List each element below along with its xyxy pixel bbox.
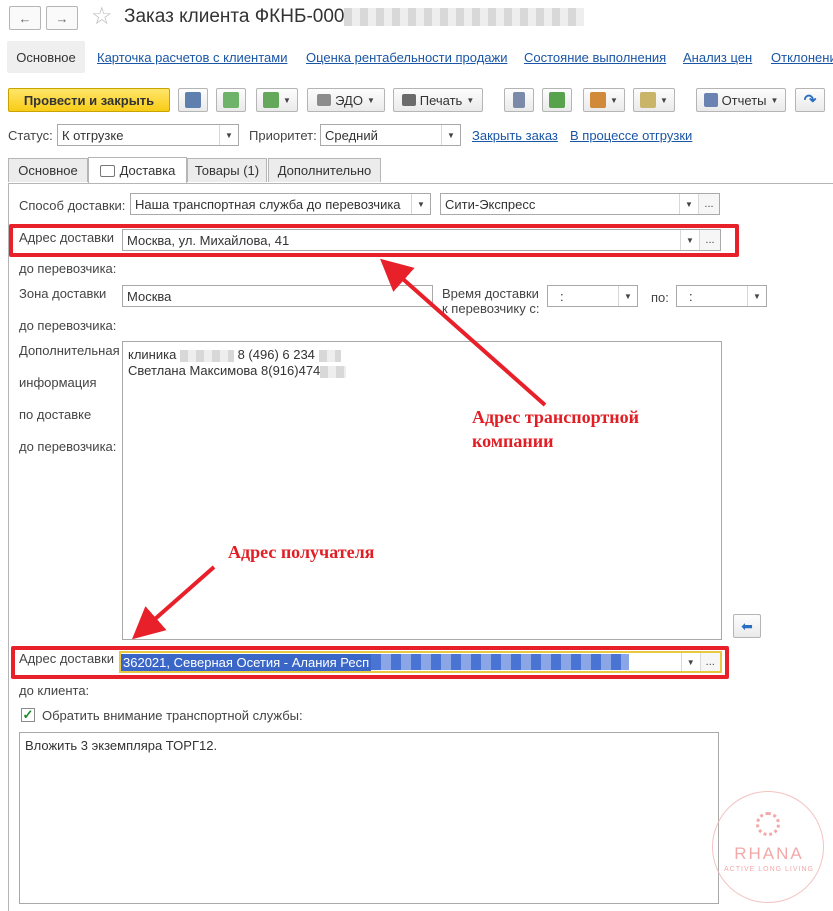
annotation-carrier-address-2: компании bbox=[472, 431, 554, 451]
annotation-carrier-address: Адрес транспортной bbox=[472, 407, 639, 427]
rhana-logo-icon bbox=[756, 812, 780, 836]
rhana-brand: RHANA bbox=[734, 844, 804, 863]
annotation-recipient-address: Адрес получателя bbox=[228, 542, 375, 562]
rhana-watermark: RHANA ACTIVE LONG LIVING bbox=[712, 791, 824, 903]
rhana-tagline: ACTIVE LONG LIVING bbox=[724, 866, 814, 873]
arrow-to-carrier-address bbox=[380, 258, 547, 407]
arrow-to-client-address bbox=[131, 565, 216, 640]
annotation-arrows bbox=[131, 258, 547, 640]
